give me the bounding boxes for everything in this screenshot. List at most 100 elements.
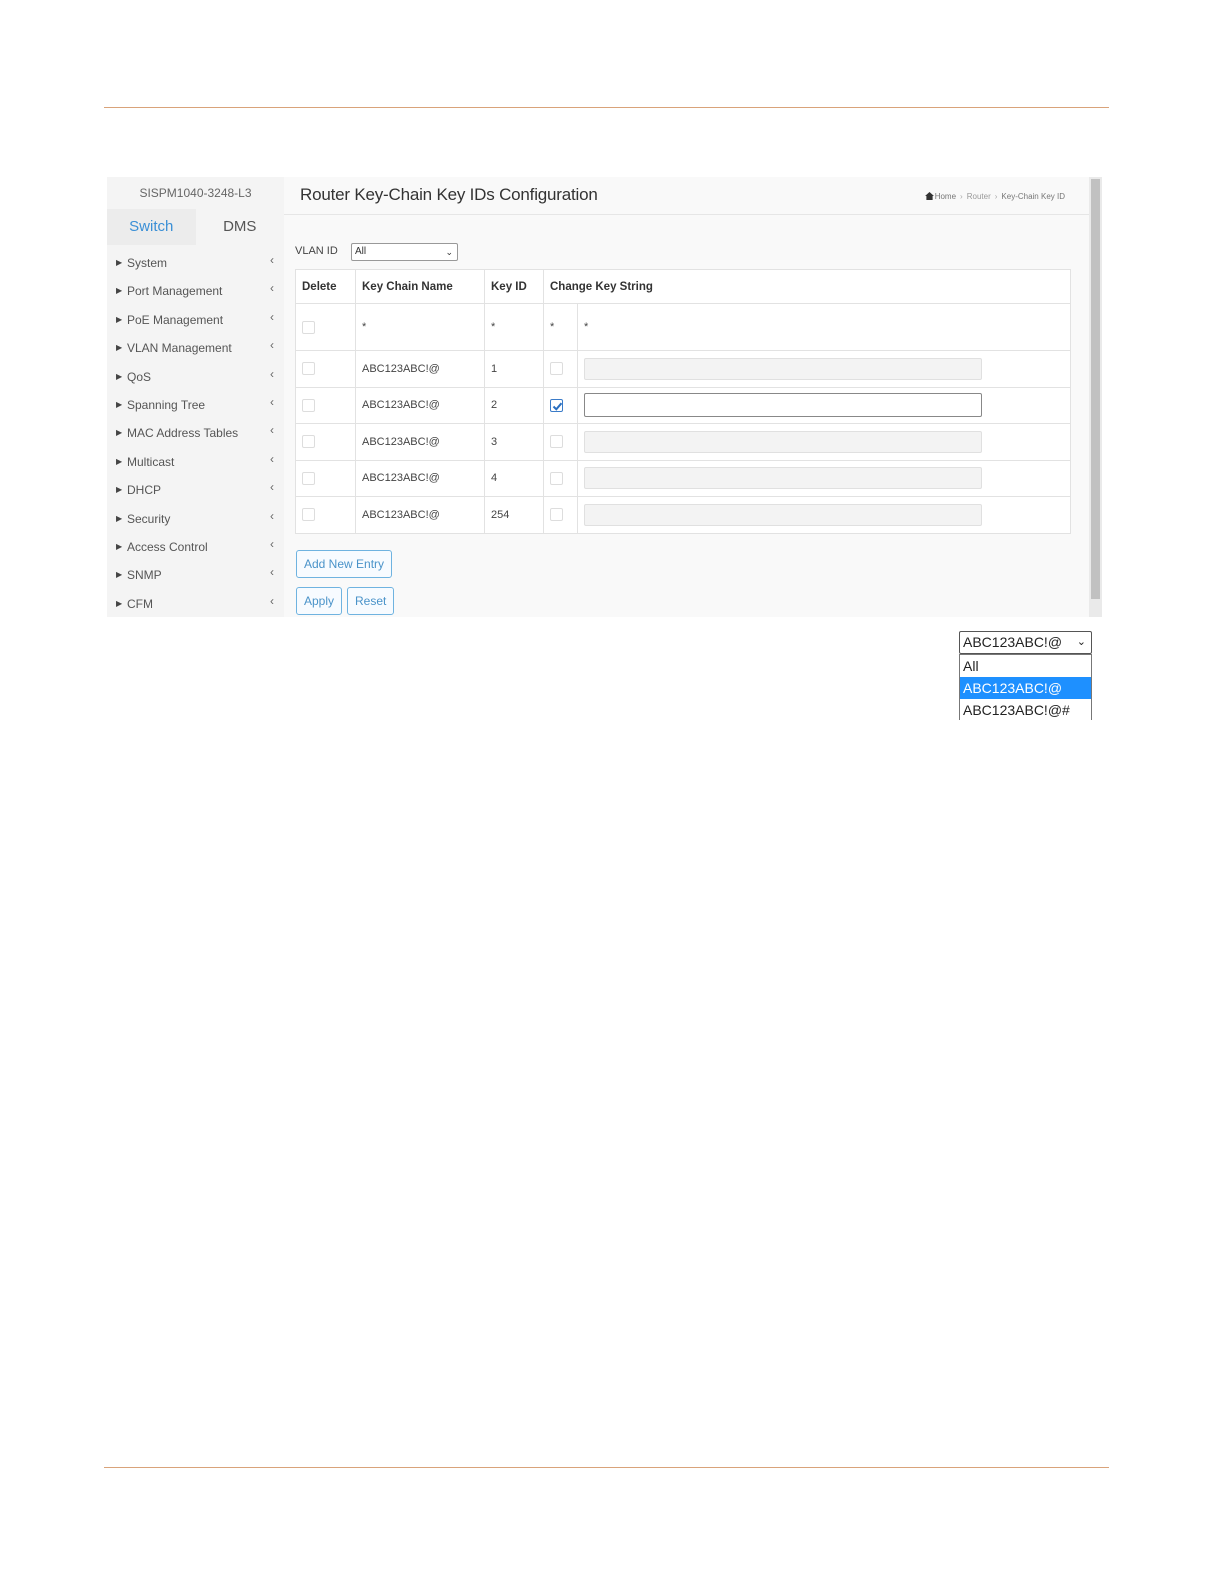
delete-all-checkbox[interactable] bbox=[302, 320, 315, 334]
column-header-delete: Delete bbox=[295, 269, 356, 304]
sidebar-item-snmp[interactable]: ▶ SNMP ‹ bbox=[107, 561, 284, 589]
page-bottom-rule bbox=[104, 1467, 1109, 1468]
breadcrumb-current: Key-Chain Key ID bbox=[1001, 192, 1065, 201]
sidebar-menu: ▶ System ‹ ▶ Port Management ‹ ▶ PoE Manageme… bbox=[107, 249, 284, 617]
wildcard-change: * bbox=[543, 303, 578, 351]
change-key-checkbox[interactable] bbox=[550, 435, 563, 449]
delete-checkbox[interactable] bbox=[302, 398, 315, 412]
key-chain-name-cell: ABC123ABC!@ bbox=[355, 386, 485, 424]
caret-right-icon: ▶ bbox=[116, 541, 123, 551]
title-divider bbox=[284, 214, 1089, 215]
sidebar-item-access-control[interactable]: ▶ Access Control ‹ bbox=[107, 533, 284, 561]
reset-button[interactable]: Reset bbox=[347, 587, 395, 615]
scrollbar-thumb[interactable] bbox=[1091, 179, 1100, 599]
tab-dms[interactable]: DMS bbox=[196, 209, 285, 245]
sidebar-item-label: MAC Address Tables bbox=[127, 426, 239, 441]
caret-right-icon: ▶ bbox=[116, 513, 123, 523]
key-string-input[interactable] bbox=[584, 393, 982, 418]
chevron-down-icon: ⌄ bbox=[1076, 636, 1086, 648]
caret-right-icon: ▶ bbox=[116, 399, 123, 409]
sidebar-item-qos[interactable]: ▶ QoS ‹ bbox=[107, 363, 284, 391]
chevron-left-icon: ‹ bbox=[270, 536, 274, 551]
sidebar-item-label: Port Management bbox=[127, 284, 223, 299]
column-header-key-id: Key ID bbox=[484, 269, 544, 304]
tab-switch[interactable]: Switch bbox=[107, 209, 196, 245]
delete-checkbox[interactable] bbox=[302, 508, 315, 522]
caret-right-icon: ▶ bbox=[116, 598, 123, 608]
key-id-cell: 1 bbox=[484, 350, 544, 388]
sidebar-item-port-management[interactable]: ▶ Port Management ‹ bbox=[107, 277, 284, 305]
sidebar-item-system[interactable]: ▶ System ‹ bbox=[107, 249, 284, 277]
ui-screenshot: SISPM1040-3248-L3 Switch DMS ▶ System ‹ ▶ P… bbox=[107, 177, 1102, 617]
key-id-cell: 4 bbox=[484, 459, 544, 497]
device-name: SISPM1040-3248-L3 bbox=[139, 186, 252, 200]
key-chain-select[interactable]: ABC123ABC!@ ⌄ bbox=[959, 631, 1092, 654]
chevron-down-icon: ⌄ bbox=[445, 247, 453, 257]
sidebar-item-mac-address-tables[interactable]: ▶ MAC Address Tables ‹ bbox=[107, 419, 284, 447]
table-header-row: Delete Key Chain Name Key ID Change Key … bbox=[295, 269, 1071, 304]
change-key-checkbox[interactable] bbox=[550, 508, 563, 522]
key-id-table: Delete Key Chain Name Key ID Change Key … bbox=[295, 269, 1071, 534]
sidebar-item-spanning-tree[interactable]: ▶ Spanning Tree ‹ bbox=[107, 391, 284, 419]
key-chain-name-cell: ABC123ABC!@ bbox=[355, 496, 485, 534]
scrollbar[interactable] bbox=[1089, 177, 1102, 617]
add-new-entry-button[interactable]: Add New Entry bbox=[296, 550, 393, 578]
main-panel: Router Key-Chain Key IDs Configuration H… bbox=[284, 177, 1089, 617]
breadcrumb-home[interactable]: Home bbox=[935, 192, 956, 201]
key-chain-name-cell: ABC123ABC!@ bbox=[355, 423, 485, 461]
chevron-left-icon: ‹ bbox=[270, 480, 274, 495]
breadcrumb-section[interactable]: Router bbox=[967, 192, 991, 201]
sidebar-item-vlan-management[interactable]: ▶ VLAN Management ‹ bbox=[107, 334, 284, 362]
breadcrumb-separator: › bbox=[994, 192, 998, 201]
key-string-input[interactable] bbox=[584, 503, 982, 526]
change-key-checkbox[interactable] bbox=[550, 471, 563, 485]
vlan-id-select[interactable]: All ⌄ bbox=[351, 243, 458, 261]
chevron-left-icon: ‹ bbox=[270, 281, 274, 296]
key-id-cell: 2 bbox=[484, 386, 544, 424]
chevron-left-icon: ‹ bbox=[270, 593, 274, 608]
key-chain-options: All ABC123ABC!@ ABC123ABC!@# bbox=[959, 654, 1092, 720]
sidebar-item-label: QoS bbox=[127, 369, 152, 384]
sidebar-item-multicast[interactable]: ▶ Multicast ‹ bbox=[107, 448, 284, 476]
vlan-id-label: VLAN ID bbox=[295, 245, 338, 257]
apply-button[interactable]: Apply bbox=[296, 587, 343, 615]
caret-right-icon: ▶ bbox=[116, 570, 123, 580]
page-top-rule bbox=[104, 107, 1109, 108]
chevron-left-icon: ‹ bbox=[270, 394, 274, 409]
caret-right-icon: ▶ bbox=[116, 286, 123, 296]
table-row: ABC123ABC!@ 1 bbox=[295, 350, 1071, 388]
key-string-input[interactable] bbox=[584, 430, 982, 453]
option-abc123abc[interactable]: ABC123ABC!@ bbox=[960, 677, 1091, 699]
change-key-checkbox[interactable] bbox=[550, 362, 563, 376]
caret-right-icon: ▶ bbox=[116, 258, 123, 267]
sidebar-item-dhcp[interactable]: ▶ DHCP ‹ bbox=[107, 476, 284, 504]
caret-right-icon: ▶ bbox=[116, 456, 123, 466]
delete-checkbox[interactable] bbox=[302, 362, 315, 376]
change-key-checkbox[interactable] bbox=[550, 398, 563, 412]
sidebar-item-cfm[interactable]: ▶ CFM ‹ bbox=[107, 590, 284, 617]
breadcrumb-separator: › bbox=[960, 192, 963, 201]
sidebar-item-poe-management[interactable]: ▶ PoE Management ‹ bbox=[107, 306, 284, 334]
home-icon bbox=[924, 192, 934, 200]
key-id-cell: 254 bbox=[484, 496, 544, 534]
option-abc123abc-hash[interactable]: ABC123ABC!@# bbox=[960, 699, 1091, 720]
sidebar-item-label: Spanning Tree bbox=[127, 397, 206, 412]
chevron-left-icon: ‹ bbox=[270, 508, 274, 523]
vlan-id-value: All bbox=[355, 246, 367, 257]
sidebar-item-label: Access Control bbox=[127, 539, 208, 554]
option-all[interactable]: All bbox=[960, 655, 1091, 677]
sidebar-tabs: Switch DMS bbox=[107, 209, 284, 245]
key-string-input[interactable] bbox=[584, 467, 982, 490]
delete-checkbox[interactable] bbox=[302, 435, 315, 449]
key-string-input[interactable] bbox=[584, 357, 982, 380]
sidebar-item-label: SNMP bbox=[127, 568, 162, 583]
caret-right-icon: ▶ bbox=[116, 428, 123, 438]
chevron-left-icon: ‹ bbox=[270, 309, 274, 324]
table-row: ABC123ABC!@ 2 bbox=[295, 386, 1071, 424]
chevron-left-icon: ‹ bbox=[270, 423, 274, 438]
sidebar-item-security[interactable]: ▶ Security ‹ bbox=[107, 505, 284, 533]
wildcard-row: * * * * bbox=[295, 303, 1071, 351]
table-row: ABC123ABC!@ 4 bbox=[295, 459, 1071, 497]
table-row: ABC123ABC!@ 3 bbox=[295, 423, 1071, 461]
delete-checkbox[interactable] bbox=[302, 471, 315, 485]
